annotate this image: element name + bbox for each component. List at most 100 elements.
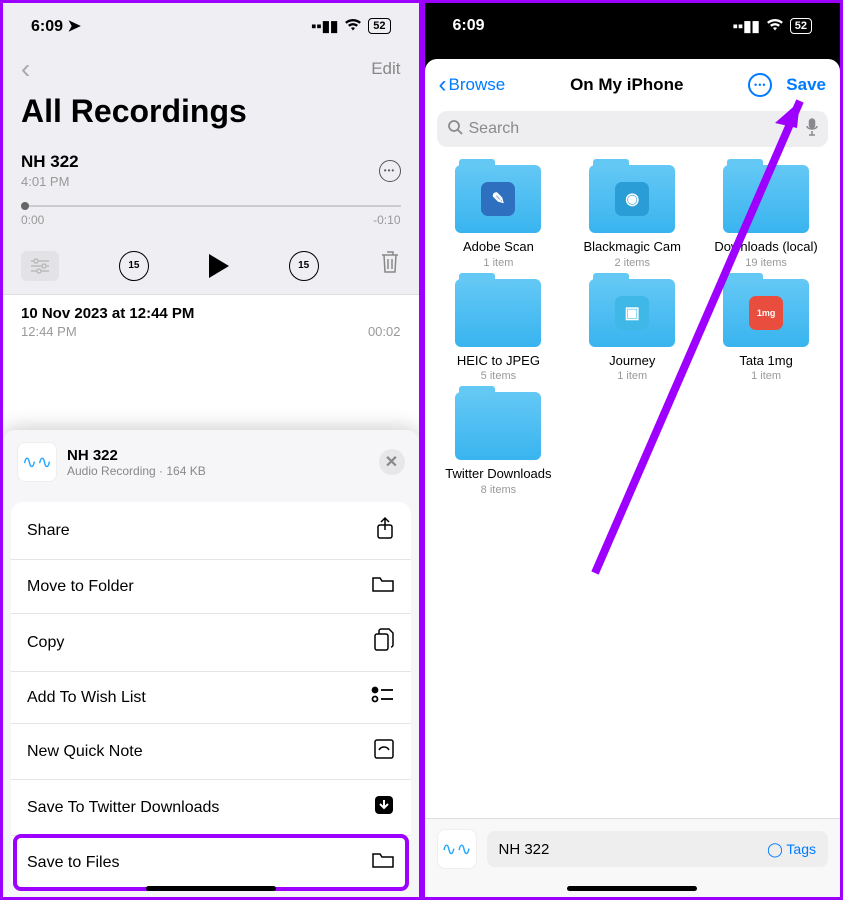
skip-back-button[interactable]: 15 [119,251,149,281]
location-icon: ➤ [67,18,80,35]
mic-icon[interactable] [806,118,818,141]
recording-item[interactable]: 10 Nov 2023 at 12:44 PM 12:44 PM 00:02 [3,294,419,349]
nav-bar: ‹ Edit [3,49,419,89]
folder-grid: ✎Adobe Scan1 item◉Blackmagic Cam2 itemsD… [425,161,841,500]
recording-time: 4:01 PM [21,174,79,189]
signal-icon: ▪▪▮▮ [311,17,338,35]
filename-field[interactable]: NH 322 ◯ Tags [487,831,829,867]
files-sheet: ‹Browse On My iPhone ••• Save Search ✎ Ad… [425,59,841,897]
nav-title: On My iPhone [570,75,683,95]
folder-count: 2 items [568,257,696,269]
folder-name: Tata 1mg [702,353,830,369]
menu-icon [373,628,395,657]
folder-name: HEIC to JPEG [435,353,563,369]
menu-label: Save to Files [27,854,119,872]
folder-count: 1 item [568,370,696,382]
play-button[interactable] [209,254,229,278]
filename-text: NH 322 [499,841,550,858]
recording-card[interactable]: NH 322 4:01 PM ••• 0:00 -0:10 [3,142,419,237]
folder-count: 1 item [702,370,830,382]
search-icon [447,119,463,140]
folder-name: Journey [568,353,696,369]
clock: 6:09 [453,17,485,35]
folder-count: 19 items [702,257,830,269]
folder-name: Twitter Downloads [435,466,563,482]
menu-label: Move to Folder [27,578,134,596]
wifi-icon [344,18,362,35]
more-icon[interactable]: ••• [379,160,401,182]
home-indicator[interactable] [146,886,276,891]
menu-label: Share [27,522,70,540]
menu-label: Add To Wish List [27,689,146,707]
search-placeholder: Search [469,120,801,138]
nav-bar: ‹Browse On My iPhone ••• Save [425,59,841,111]
menu-label: New Quick Note [27,743,143,761]
clock: 6:09 [31,18,63,35]
signal-icon: ▪▪▮▮ [733,17,760,35]
folder-icon [455,392,541,460]
audio-icon: ∿∿ [437,829,477,869]
search-field[interactable]: Search [437,111,829,147]
menu-item-save-to-twitter-downloads[interactable]: Save To Twitter Downloads [11,780,411,836]
menu-icon [373,738,395,765]
battery-icon: 52 [368,18,390,34]
more-icon[interactable]: ••• [748,73,772,97]
options-button[interactable] [21,251,59,281]
menu-item-move-to-folder[interactable]: Move to Folder [11,560,411,614]
menu-label: Save To Twitter Downloads [27,799,219,817]
tags-button[interactable]: ◯ Tags [767,841,816,858]
folder-count: 5 items [435,370,563,382]
folder-adobe-scan[interactable]: ✎Adobe Scan1 item [435,165,563,269]
menu-item-share[interactable]: Share [11,502,411,560]
folder-downloads-local-[interactable]: Downloads (local) 19 items [702,165,830,269]
menu-icon [371,850,395,875]
time-end: -0:10 [373,213,400,227]
folder-heic-to-jpeg[interactable]: HEIC to JPEG5 items [435,279,563,383]
audio-icon: ∿∿ [17,442,57,482]
recording2-duration: 00:02 [368,324,401,339]
status-bar: 6:09 ➤ ▪▪▮▮ 52 [3,3,419,49]
folder-tata-1mg[interactable]: 1mg Tata 1mg1 item [702,279,830,383]
edit-button[interactable]: Edit [371,59,400,79]
menu-item-save-to-files[interactable]: Save to Files [11,836,411,889]
browse-back-button[interactable]: ‹Browse [439,71,506,99]
folder-name: Adobe Scan [435,239,563,255]
folder-icon [455,279,541,347]
wifi-icon [766,18,784,35]
menu-item-new-quick-note[interactable]: New Quick Note [11,724,411,780]
folder-icon: ✎ [455,165,541,233]
menu-icon [371,686,395,709]
battery-icon: 52 [790,18,812,34]
recording2-time: 12:44 PM [21,324,77,339]
skip-forward-button[interactable]: 15 [289,251,319,281]
folder-journey[interactable]: ▣ Journey1 item [568,279,696,383]
sheet-file-sub: Audio Recording · 164 KB [67,464,369,478]
home-indicator[interactable] [567,886,697,891]
scrubber[interactable] [21,205,401,207]
back-button[interactable]: ‹ [21,53,30,85]
voice-memos-screen: 6:09 ➤ ▪▪▮▮ 52 ‹ Edit All Recordings NH … [0,0,422,900]
action-menu: Share Move to Folder Copy Add To Wish List N… [11,502,411,889]
trash-icon[interactable] [379,249,401,282]
folder-name: Blackmagic Cam [568,239,696,255]
recording2-title: 10 Nov 2023 at 12:44 PM [21,305,401,322]
menu-icon [375,516,395,545]
menu-label: Copy [27,634,64,652]
folder-icon [723,165,809,233]
folder-blackmagic-cam[interactable]: ◉Blackmagic Cam2 items [568,165,696,269]
menu-item-copy[interactable]: Copy [11,614,411,672]
folder-name: Downloads (local) [702,239,830,255]
menu-icon [371,574,395,599]
menu-icon [373,794,395,821]
share-sheet: ∿∿ NH 322 Audio Recording · 164 KB ✕ Sha… [3,430,419,897]
sheet-file-name: NH 322 [67,447,369,464]
folder-icon: ▣ [589,279,675,347]
folder-twitter-downloads[interactable]: Twitter Downloads8 items [435,392,563,496]
page-title: All Recordings [3,89,419,142]
save-button[interactable]: Save [786,75,826,95]
close-icon[interactable]: ✕ [379,449,405,475]
playback-controls: 15 15 [3,237,419,294]
files-screen: 6:09 ▪▪▮▮ 52 ‹Browse On My iPhone ••• Sa… [422,0,843,900]
folder-icon: 1mg [723,279,809,347]
menu-item-add-to-wish-list[interactable]: Add To Wish List [11,672,411,724]
